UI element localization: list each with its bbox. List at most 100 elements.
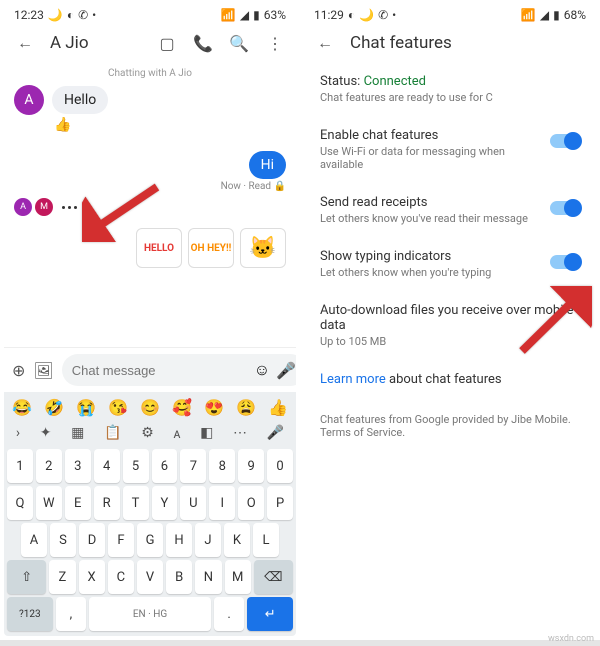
toggle-switch[interactable] — [550, 134, 580, 148]
key[interactable]: Y — [152, 486, 178, 520]
video-call-icon[interactable]: ▢ — [156, 32, 178, 54]
key[interactable]: R — [94, 486, 120, 520]
emoji[interactable]: 👍 — [268, 398, 288, 417]
key[interactable]: M — [225, 560, 251, 594]
dnd-icon: ◐ — [67, 8, 74, 22]
key[interactable]: S — [50, 523, 76, 557]
shift-key[interactable]: ⇧ — [7, 560, 46, 594]
more-menu-icon[interactable]: ⋮ — [264, 32, 286, 54]
reaction-emoji[interactable]: 👍 — [54, 117, 286, 133]
key[interactable]: A — [21, 523, 47, 557]
settings-icon[interactable]: ⚙ — [141, 425, 154, 442]
sticker-icon[interactable]: ✦ — [40, 425, 52, 442]
typing-indicator-row: A M — [14, 198, 286, 216]
key[interactable]: B — [166, 560, 192, 594]
setting-title: Enable chat features — [320, 128, 542, 143]
incoming-bubble[interactable]: Hello — [52, 86, 108, 114]
emoji[interactable]: 😘 — [108, 398, 128, 417]
message-text-field[interactable] — [72, 363, 248, 378]
toggle-switch[interactable] — [550, 255, 580, 269]
more-icon: • — [392, 8, 396, 22]
key[interactable]: G — [137, 523, 163, 557]
learn-more-link[interactable]: Learn more — [320, 372, 386, 387]
key[interactable]: 6 — [152, 449, 178, 483]
key-row-2: ASDFGHJKL — [7, 523, 293, 557]
setting-enable-chat[interactable]: Enable chat features Use Wi-Fi or data f… — [320, 116, 580, 183]
key[interactable]: J — [195, 523, 221, 557]
outgoing-bubble[interactable]: Hi — [249, 151, 286, 179]
moon-icon: 🌙 — [48, 8, 63, 22]
back-icon[interactable]: ← — [314, 32, 336, 54]
key[interactable]: N — [195, 560, 221, 594]
key[interactable]: H — [166, 523, 192, 557]
emoji[interactable]: 😂 — [12, 398, 32, 417]
key[interactable]: 2 — [36, 449, 62, 483]
learn-more-row: Learn more about chat features — [320, 360, 580, 399]
more-tools-icon[interactable]: ⋯ — [233, 425, 247, 442]
emoji-picker-icon[interactable]: ☺ — [254, 360, 270, 380]
key[interactable]: T — [123, 486, 149, 520]
key[interactable]: E — [65, 486, 91, 520]
mic-icon[interactable]: 🎤 — [276, 361, 296, 380]
clock-time: 11:29 — [314, 8, 344, 22]
key[interactable]: C — [108, 560, 134, 594]
gif-icon[interactable]: ▦ — [71, 425, 84, 442]
emoji[interactable]: 😍 — [204, 398, 224, 417]
key[interactable]: I — [209, 486, 235, 520]
spacebar-key[interactable]: EN · HG — [89, 597, 211, 631]
avatar[interactable]: A — [14, 85, 44, 115]
moon-icon: 🌙 — [359, 8, 374, 22]
key[interactable]: F — [108, 523, 134, 557]
emoji[interactable]: 🥰 — [172, 398, 192, 417]
search-icon[interactable]: 🔍 — [228, 32, 250, 54]
emoji[interactable]: 😭 — [76, 398, 96, 417]
chevron-icon[interactable]: › — [16, 425, 20, 442]
setting-sub: Let others know you've read their messag… — [320, 212, 542, 225]
key[interactable]: U — [180, 486, 206, 520]
call-icon[interactable]: 📞 — [192, 32, 214, 54]
key[interactable]: Q — [7, 486, 33, 520]
toggle-switch[interactable] — [550, 201, 580, 215]
key[interactable]: 4 — [94, 449, 120, 483]
key[interactable]: P — [267, 486, 293, 520]
key[interactable]: W — [36, 486, 62, 520]
sticker[interactable]: HELLO — [136, 228, 182, 268]
key[interactable]: 8 — [209, 449, 235, 483]
backspace-key[interactable]: ⌫ — [254, 560, 293, 594]
key[interactable]: O — [238, 486, 264, 520]
key[interactable]: Z — [49, 560, 75, 594]
key[interactable]: 5 — [123, 449, 149, 483]
enter-key[interactable]: ↵ — [247, 597, 293, 631]
sticker[interactable]: 🐱 — [240, 228, 286, 268]
sticker[interactable]: OH HEY!! — [188, 228, 234, 268]
key[interactable]: 7 — [180, 449, 206, 483]
setting-typing-indicators[interactable]: Show typing indicators Let others know w… — [320, 237, 580, 291]
key[interactable]: 0 — [267, 449, 293, 483]
comma-key[interactable]: , — [56, 597, 86, 631]
period-key[interactable]: . — [214, 597, 244, 631]
key[interactable]: 3 — [65, 449, 91, 483]
clipboard-icon[interactable]: 📋 — [104, 425, 121, 442]
mic-keyboard-icon[interactable]: 🎤 — [267, 425, 284, 442]
key[interactable]: V — [137, 560, 163, 594]
theme-icon[interactable]: ◧ — [200, 425, 213, 442]
back-icon[interactable]: ← — [14, 32, 36, 54]
message-input[interactable]: ☺ 🎤 — [62, 354, 296, 386]
setting-read-receipts[interactable]: Send read receipts Let others know you'v… — [320, 183, 580, 237]
emoji[interactable]: 😊 — [140, 398, 160, 417]
key[interactable]: 1 — [7, 449, 33, 483]
emoji[interactable]: 😩 — [236, 398, 256, 417]
emoji[interactable]: 🤣 — [44, 398, 64, 417]
setting-auto-download[interactable]: Auto-download files you receive over mob… — [320, 291, 580, 360]
translate-icon[interactable]: ᴀ — [173, 425, 180, 442]
key-row-nums: 1234567890 — [7, 449, 293, 483]
key[interactable]: D — [79, 523, 105, 557]
add-attachment-icon[interactable]: ⊕ — [12, 359, 25, 381]
key[interactable]: X — [79, 560, 105, 594]
symbols-key[interactable]: ?123 — [7, 597, 53, 631]
gallery-icon[interactable]: 🖼 — [33, 359, 53, 381]
key[interactable]: 9 — [238, 449, 264, 483]
key[interactable]: K — [224, 523, 250, 557]
key[interactable]: L — [253, 523, 279, 557]
setting-sub: Use Wi-Fi or data for messaging when ava… — [320, 145, 542, 171]
